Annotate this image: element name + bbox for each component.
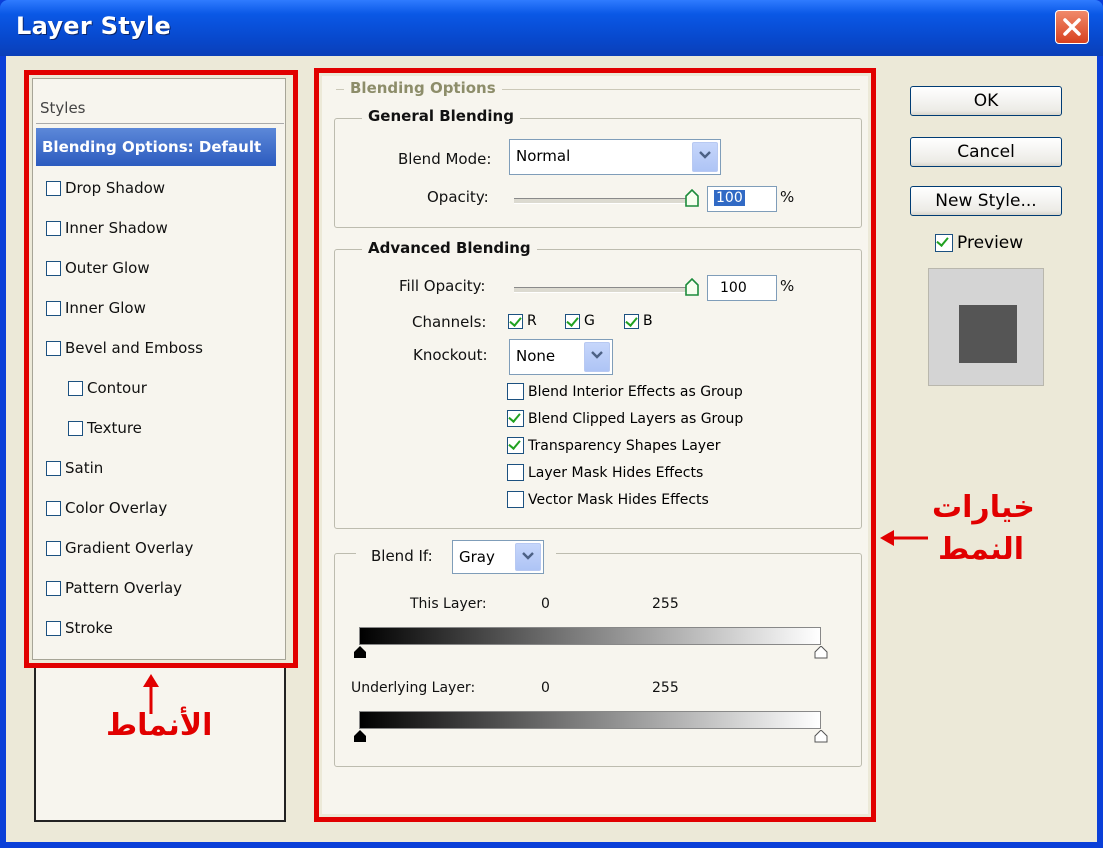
preview-toggle[interactable]: Preview <box>935 233 1023 253</box>
layer-style-window: Layer Style Styles Blending Options: Def… <box>0 0 1103 848</box>
preview-swatch <box>928 268 1044 386</box>
preview-swatch-square <box>959 305 1017 363</box>
styles-highlight-box <box>24 70 298 668</box>
title-bar[interactable]: Layer Style <box>0 0 1103 56</box>
close-button[interactable] <box>1055 10 1089 44</box>
close-icon <box>1063 18 1081 36</box>
new-style-button[interactable]: New Style... <box>910 186 1062 216</box>
options-annotation-arrow-icon <box>880 530 928 546</box>
cancel-button[interactable]: Cancel <box>910 137 1062 167</box>
preview-checkbox[interactable] <box>935 234 953 252</box>
blending-options-highlight-box <box>314 68 876 822</box>
options-caption-line2: النمط <box>938 532 1025 567</box>
options-caption-line1: خيارات <box>932 490 1035 525</box>
ok-button[interactable]: OK <box>910 86 1062 116</box>
window-title: Layer Style <box>16 12 172 40</box>
styles-caption: الأنماط <box>106 708 213 743</box>
